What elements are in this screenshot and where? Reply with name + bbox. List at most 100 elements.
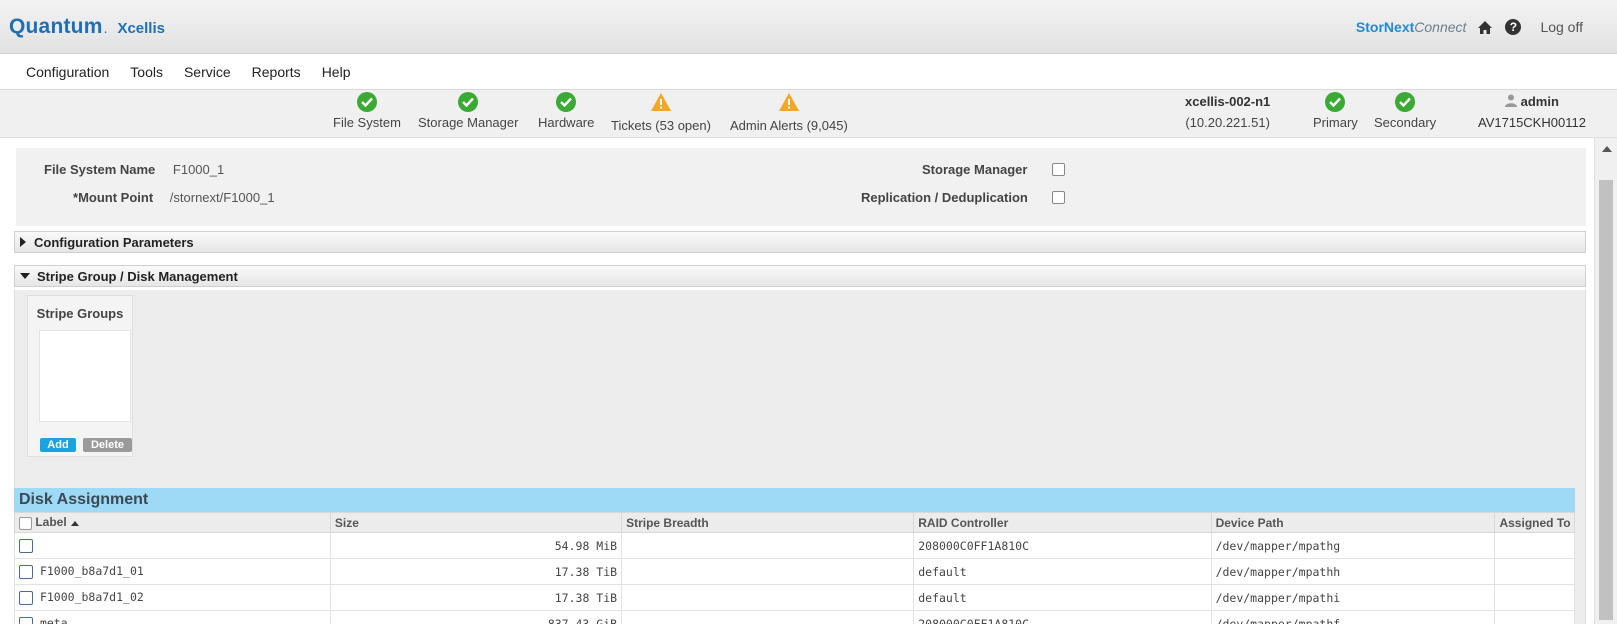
status-storage-manager[interactable]: Storage Manager — [418, 92, 518, 130]
cell-assigned-to — [1494, 610, 1575, 624]
cell-stripe-breadth — [621, 558, 915, 585]
user-name: admin — [1520, 94, 1559, 109]
home-icon[interactable] — [1476, 18, 1494, 36]
status-primary[interactable]: Primary — [1313, 92, 1358, 130]
column-header-size[interactable]: Size — [329, 512, 623, 533]
check-icon — [556, 92, 577, 112]
mount-point-label: Mount Point — [78, 190, 154, 205]
fs-name-value: F1000_1 — [172, 162, 225, 177]
replication-checkbox[interactable] — [1052, 191, 1065, 204]
column-header-device-path[interactable]: Device Path — [1210, 512, 1496, 533]
storage-manager-checkbox[interactable] — [1052, 163, 1065, 176]
disk-label: meta — [39, 616, 68, 624]
cell-device-path: /dev/mapper/mpathf — [1210, 610, 1496, 624]
user-info[interactable]: admin AV1715CKH00112 — [1478, 94, 1586, 130]
brand-dot: . — [103, 20, 108, 36]
scroll-up-arrow-icon[interactable] — [1602, 146, 1612, 152]
file-system-panel: File System Name F1000_1 *Mount Point /s… — [16, 148, 1586, 226]
check-icon — [1325, 92, 1346, 112]
column-header-raid-controller[interactable]: RAID Controller — [913, 512, 1212, 533]
system-serial: AV1715CKH00112 — [1478, 115, 1586, 130]
fs-name-label: File System Name — [44, 162, 156, 177]
expand-arrow-icon — [20, 237, 26, 247]
table-row[interactable]: F1000_b8a7d1_01 17.38 TiB default /dev/m… — [14, 558, 1575, 585]
status-label: Hardware — [538, 115, 595, 130]
column-label-text: Label — [35, 515, 67, 530]
cell-label: F1000_b8a7d1_02 — [14, 584, 331, 611]
fs-name-field: File System Name F1000_1 — [44, 162, 224, 177]
cell-label: meta — [14, 610, 331, 624]
cell-size: 17.38 TiB — [329, 584, 623, 611]
help-icon[interactable]: ? — [1504, 18, 1522, 36]
cell-stripe-breadth — [621, 584, 915, 611]
mount-point-field: *Mount Point /stornext/F1000_1 — [73, 190, 275, 205]
mount-point-value: /stornext/F1000_1 — [169, 190, 275, 205]
replication-label-text: Replication / Deduplication — [861, 190, 1028, 205]
status-secondary[interactable]: Secondary — [1374, 92, 1436, 130]
row-checkbox[interactable] — [19, 616, 33, 624]
status-label: Secondary — [1374, 115, 1437, 130]
disk-label: F1000_b8a7d1_02 — [39, 590, 144, 605]
main-menu: Configuration Tools Service Reports Help — [0, 54, 1617, 90]
cell-size: 17.38 TiB — [329, 558, 623, 585]
vertical-scrollbar[interactable] — [1594, 138, 1617, 624]
warning-icon — [650, 92, 672, 115]
table-row[interactable]: meta 837.43 GiB 208000C0FF1A810C /dev/ma… — [14, 610, 1575, 624]
stripe-groups-box: Stripe Groups Add Delete — [27, 295, 133, 457]
status-bar: File System Storage Manager Hardware Tic… — [0, 90, 1617, 138]
cell-raid-controller: default — [913, 584, 1212, 611]
status-label: Admin Alerts (9,045) — [730, 118, 848, 133]
config-params-header[interactable]: Configuration Parameters — [14, 231, 1586, 253]
section-title: Stripe Group / Disk Management — [37, 268, 238, 284]
cell-raid-controller: 208000C0FF1A810C — [913, 532, 1212, 559]
stripe-groups-list[interactable] — [39, 330, 131, 422]
cell-device-path: /dev/mapper/mpathh — [1210, 558, 1496, 585]
check-icon — [356, 92, 377, 112]
status-admin-alerts[interactable]: Admin Alerts (9,045) — [730, 92, 848, 133]
row-checkbox[interactable] — [19, 564, 33, 579]
menu-reports[interactable]: Reports — [252, 64, 301, 80]
status-hardware[interactable]: Hardware — [538, 92, 594, 130]
product-name: Xcellis — [117, 20, 165, 37]
menu-configuration[interactable]: Configuration — [26, 64, 109, 80]
status-label: File System — [333, 115, 401, 130]
delete-button[interactable]: Delete — [83, 438, 132, 452]
column-header-label[interactable]: Label — [14, 512, 331, 533]
quantum-logo: Quantum . Xcellis — [9, 15, 165, 39]
cell-device-path: /dev/mapper/mpathg — [1210, 532, 1496, 559]
menu-service[interactable]: Service — [184, 64, 231, 80]
cell-label — [14, 532, 331, 559]
cell-device-path: /dev/mapper/mpathi — [1210, 584, 1496, 611]
disk-assignment-table: Label Size Stripe Breadth RAID Controlle… — [14, 512, 1575, 624]
table-row[interactable]: F1000_b8a7d1_02 17.38 TiB default /dev/m… — [14, 584, 1575, 611]
column-header-assigned-to[interactable]: Assigned To — [1494, 512, 1575, 533]
scroll-thumb[interactable] — [1599, 180, 1613, 620]
top-bar: Quantum . Xcellis StorNextConnect ? Log … — [0, 0, 1617, 54]
column-header-stripe-breadth[interactable]: Stripe Breadth — [621, 512, 915, 533]
storenext-connect-link[interactable]: StorNextConnect — [1356, 19, 1467, 35]
status-tickets[interactable]: Tickets (53 open) — [611, 92, 711, 133]
row-checkbox[interactable] — [19, 538, 33, 553]
replication-label: Replication / Deduplication — [861, 190, 1028, 205]
host-ip: (10.20.221.51) — [1185, 115, 1270, 130]
stripe-disk-header[interactable]: Stripe Group / Disk Management — [14, 265, 1586, 287]
logoff-link[interactable]: Log off — [1540, 19, 1583, 35]
menu-help[interactable]: Help — [322, 64, 351, 80]
add-button[interactable]: Add — [40, 438, 76, 452]
host-info: xcellis-002-n1 (10.20.221.51) — [1185, 94, 1270, 130]
brand-name: Quantum — [9, 15, 103, 38]
select-all-checkbox[interactable] — [19, 516, 32, 530]
stripe-groups-title: Stripe Groups — [36, 306, 124, 321]
host-name: xcellis-002-n1 — [1185, 94, 1271, 109]
menu-tools[interactable]: Tools — [130, 64, 163, 80]
cell-assigned-to — [1494, 558, 1575, 585]
status-file-system[interactable]: File System — [333, 92, 401, 130]
row-checkbox[interactable] — [19, 590, 33, 605]
connect-text: Connect — [1414, 19, 1467, 35]
help-glyph: ? — [1505, 19, 1522, 35]
section-title: Configuration Parameters — [34, 234, 194, 250]
main-content: File System Name F1000_1 *Mount Point /s… — [8, 138, 1588, 624]
table-row[interactable]: 54.98 MiB 208000C0FF1A810C /dev/mapper/m… — [14, 532, 1575, 559]
storage-manager-label: Storage Manager — [922, 162, 1027, 177]
user-icon — [1505, 94, 1517, 109]
